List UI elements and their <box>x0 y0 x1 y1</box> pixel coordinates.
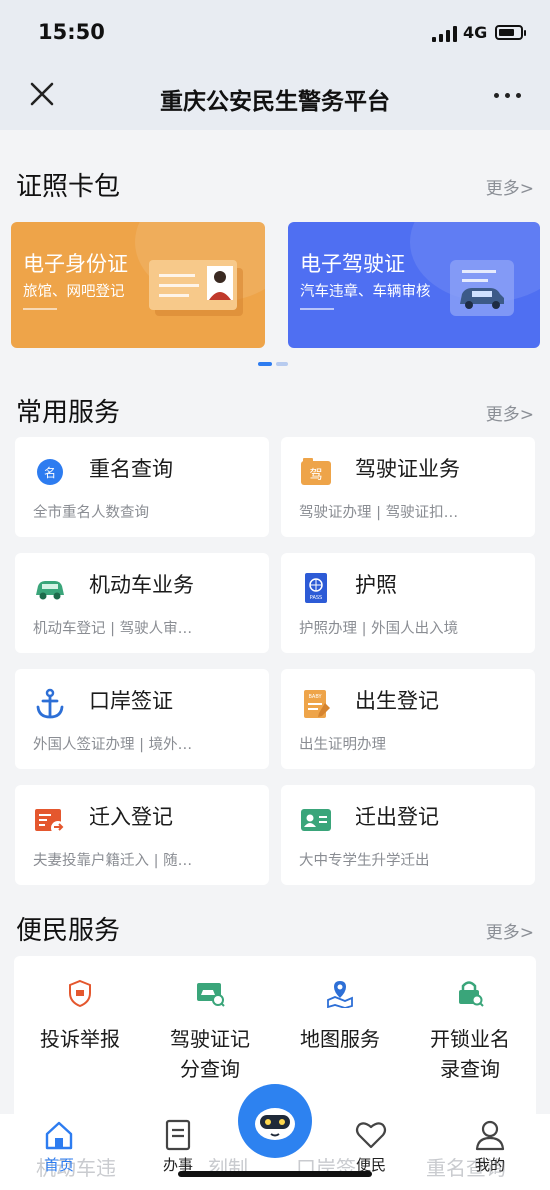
wallet-header: 证照卡包 更多> <box>16 166 534 206</box>
lock-search-icon <box>459 981 484 1007</box>
battery-icon <box>495 25 526 40</box>
wallet-more-link[interactable]: 更多> <box>486 174 534 199</box>
convenience-item-license-points[interactable]: 驾驶证记分查询 <box>145 978 275 1084</box>
id-card-icon <box>149 260 243 316</box>
tab-services[interactable]: 办事 <box>143 1118 213 1175</box>
user-icon <box>475 1120 505 1151</box>
service-name: 出生登记 <box>355 689 439 713</box>
convenience-name: 驾驶证记分查询 <box>170 1027 250 1081</box>
move-in-icon <box>35 809 65 835</box>
home-icon <box>45 1121 73 1150</box>
service-desc: 机动车登记 | 驾驶人审… <box>33 621 193 637</box>
convenience-name: 地图服务 <box>300 1027 380 1051</box>
name-search-icon: 名 <box>37 459 63 485</box>
svg-text:PASS: PASS <box>310 595 322 601</box>
status-bar: 15:50 4G <box>0 0 550 64</box>
assistant-robot-button[interactable] <box>238 1084 312 1158</box>
section-title-convenience: 便民服务 <box>16 916 121 946</box>
complaint-icon <box>69 979 91 1008</box>
document-icon <box>165 1119 191 1151</box>
service-tile-name-search[interactable]: 名 重名查询 全市重名人数查询 <box>15 437 269 537</box>
passport-icon: PASS <box>305 573 327 603</box>
service-tile-driver-license[interactable]: 驾 驾驶证业务 驾驶证办理 | 驾驶证扣… <box>281 437 535 537</box>
service-tile-motor-vehicle[interactable]: 机动车业务 机动车登记 | 驾驶人审… <box>15 553 269 653</box>
services-header: 常用服务 更多> <box>16 392 534 432</box>
convenience-more-link[interactable]: 更多> <box>486 918 534 943</box>
service-desc: 外国人签证办理 | 境外… <box>33 737 193 753</box>
service-desc: 护照办理 | 外国人出入境 <box>299 621 459 637</box>
card-title: 电子驾驶证 <box>300 252 405 276</box>
service-tile-birth-registration[interactable]: BABY 出生登记 出生证明办理 <box>281 669 535 769</box>
service-name: 驾驶证业务 <box>355 457 460 481</box>
section-title-wallet: 证照卡包 <box>16 172 121 202</box>
more-menu-icon[interactable] <box>490 82 526 106</box>
service-name: 口岸签证 <box>89 689 173 713</box>
service-desc: 全市重名人数查询 <box>33 505 149 521</box>
svg-text:名: 名 <box>44 465 56 480</box>
convenience-item-map[interactable]: 地图服务 <box>275 978 405 1054</box>
heart-icon <box>355 1122 387 1149</box>
nav-bar: 重庆公安民生警务平台 <box>0 64 550 130</box>
service-tile-port-visa[interactable]: 口岸签证 外国人签证办理 | 境外… <box>15 669 269 769</box>
signal-icon <box>432 26 458 42</box>
car-icon <box>36 581 64 600</box>
card-title: 电子身份证 <box>23 252 128 276</box>
status-time: 15:50 <box>38 20 105 44</box>
tab-mine[interactable]: 我的 <box>455 1118 525 1175</box>
convenience-item-complaint[interactable]: 投诉举报 <box>15 978 145 1054</box>
robot-icon <box>255 1108 295 1140</box>
card-electronic-driver-license[interactable]: 电子驾驶证 汽车违章、车辆审核 <box>288 222 540 348</box>
home-indicator <box>178 1171 372 1177</box>
service-tile-move-out[interactable]: 迁出登记 大中专学生升学迁出 <box>281 785 535 885</box>
service-desc: 大中专学生升学迁出 <box>299 853 430 869</box>
tab-home[interactable]: 首页 <box>24 1118 94 1175</box>
services-more-link[interactable]: 更多> <box>486 400 534 425</box>
network-label: 4G <box>463 23 488 42</box>
svg-text:BABY: BABY <box>308 694 322 700</box>
anchor-icon <box>36 688 64 719</box>
license-points-icon <box>197 983 225 1007</box>
tab-convenience[interactable]: 便民 <box>336 1118 406 1175</box>
card-subtitle: 旅馆、网吧登记 <box>23 284 125 300</box>
page-title: 重庆公安民生警务平台 <box>160 89 390 115</box>
card-subtitle: 汽车违章、车辆审核 <box>300 284 431 300</box>
car-card-icon <box>450 260 514 316</box>
service-name: 机动车业务 <box>89 573 194 597</box>
service-name: 迁出登记 <box>355 805 439 829</box>
convenience-name: 投诉举报 <box>40 1027 120 1051</box>
tab-label: 首页 <box>43 1156 74 1174</box>
section-title-services: 常用服务 <box>16 398 121 428</box>
convenience-name: 开锁业名录查询 <box>430 1027 510 1081</box>
driver-license-icon: 驾 <box>301 458 331 485</box>
service-name: 重名查询 <box>89 457 173 481</box>
service-desc: 驾驶证办理 | 驾驶证扣… <box>299 505 459 521</box>
service-tile-move-in[interactable]: 迁入登记 夫妻投靠户籍迁入 | 随… <box>15 785 269 885</box>
service-name: 迁入登记 <box>89 805 173 829</box>
card-underline <box>300 308 334 310</box>
map-icon <box>327 981 353 1008</box>
convenience-header: 便民服务 更多> <box>16 910 534 950</box>
convenience-item-lock-search[interactable]: 开锁业名录查询 <box>405 978 535 1084</box>
card-underline <box>23 308 57 310</box>
tab-label: 我的 <box>474 1156 505 1174</box>
service-desc: 夫妻投靠户籍迁入 | 随… <box>33 853 193 869</box>
service-name: 护照 <box>355 573 397 597</box>
birth-record-icon: BABY <box>304 690 330 718</box>
svg-text:驾: 驾 <box>309 468 322 483</box>
service-tile-passport[interactable]: PASS 护照 护照办理 | 外国人出入境 <box>281 553 535 653</box>
service-desc: 出生证明办理 <box>299 737 386 753</box>
card-electronic-id[interactable]: 电子身份证 旅馆、网吧登记 <box>11 222 265 348</box>
move-out-icon <box>301 809 331 831</box>
